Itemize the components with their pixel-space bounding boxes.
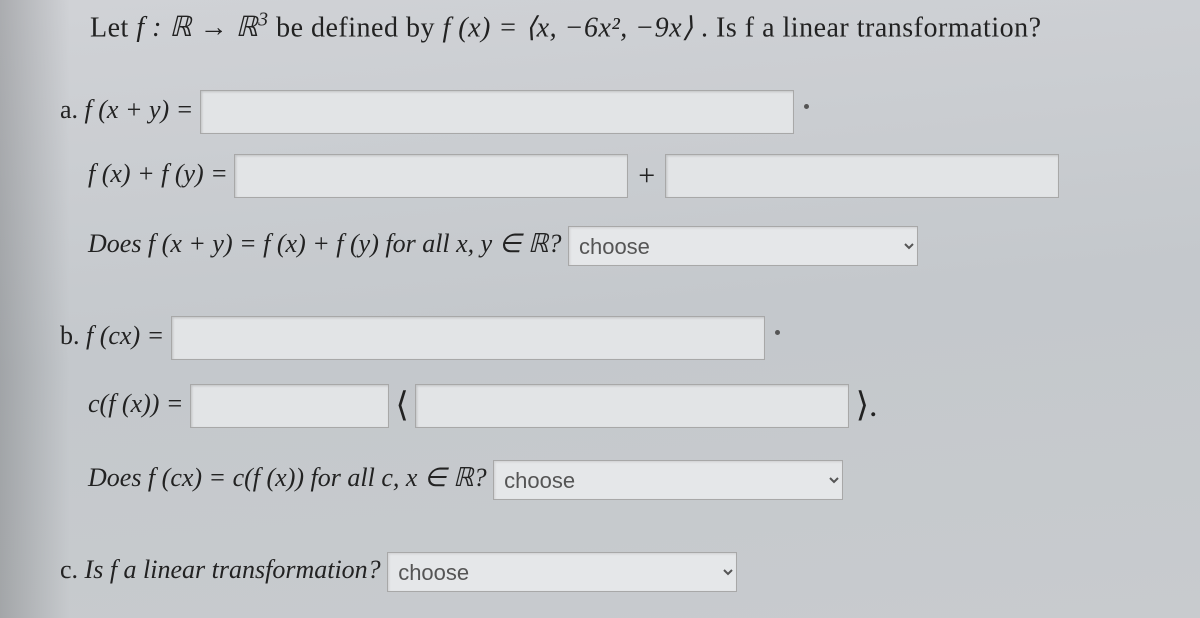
b-line2-lhs: c(f (x)) = <box>88 389 183 418</box>
part-c-label: c. Is f a linear transformation? <box>60 544 381 596</box>
part-b-label: b. f (cx) = <box>60 310 164 362</box>
q-def: f (x) = ⟨x, −6x², −9x⟩ <box>442 12 693 43</box>
a-question: Does f (x + y) = f (x) + f (y) for all x… <box>88 229 561 258</box>
a-line1-lhs: f (x + y) = <box>85 95 194 124</box>
question-statement: Let f : ℝ → ℝ3 be defined by f (x) = ⟨x,… <box>90 10 1180 44</box>
b-fcx-input[interactable] <box>171 316 765 360</box>
b-rparen: ⟩. <box>856 387 878 424</box>
a-fy-input[interactable] <box>665 154 1059 198</box>
b-choose-select[interactable]: choose <box>493 460 843 500</box>
part-a: a. f (x + y) = f (x) + f (y) = + Does f … <box>60 84 1180 270</box>
c-choose-select[interactable]: choose <box>387 552 737 592</box>
q-func: f : ℝ → ℝ3 <box>136 12 268 43</box>
part-a-label: a. f (x + y) = <box>60 84 193 136</box>
dot-mark-b <box>775 330 780 335</box>
b-cfx-scalar-input[interactable] <box>190 384 389 428</box>
part-b: b. f (cx) = c(f (x)) = ⟨ ⟩. Does f (cx) … <box>60 310 1180 504</box>
b-lparen: ⟨ <box>395 387 408 424</box>
a-line2-lhs: f (x) + f (y) = <box>88 159 228 188</box>
b-question: Does f (cx) = c(f (x)) for all c, x ∈ ℝ? <box>88 463 487 492</box>
a-choose-select[interactable]: choose <box>568 226 918 266</box>
dot-mark <box>804 104 809 109</box>
problem-page: Let f : ℝ → ℝ3 be defined by f (x) = ⟨x,… <box>0 10 1200 596</box>
b-cfx-vector-input[interactable] <box>415 384 849 428</box>
a-fx-input[interactable] <box>234 154 628 198</box>
q-mid: be defined by <box>276 12 442 43</box>
part-c: c. Is f a linear transformation? choose <box>60 544 1180 596</box>
a-fxy-input[interactable] <box>200 90 794 134</box>
q-tail: . Is f a linear transformation? <box>701 12 1041 43</box>
b-line1-lhs: f (cx) = <box>86 321 164 350</box>
q-prefix: Let <box>90 12 136 43</box>
c-question: Is f a linear transformation? <box>85 555 381 584</box>
plus-sign: + <box>635 146 659 206</box>
